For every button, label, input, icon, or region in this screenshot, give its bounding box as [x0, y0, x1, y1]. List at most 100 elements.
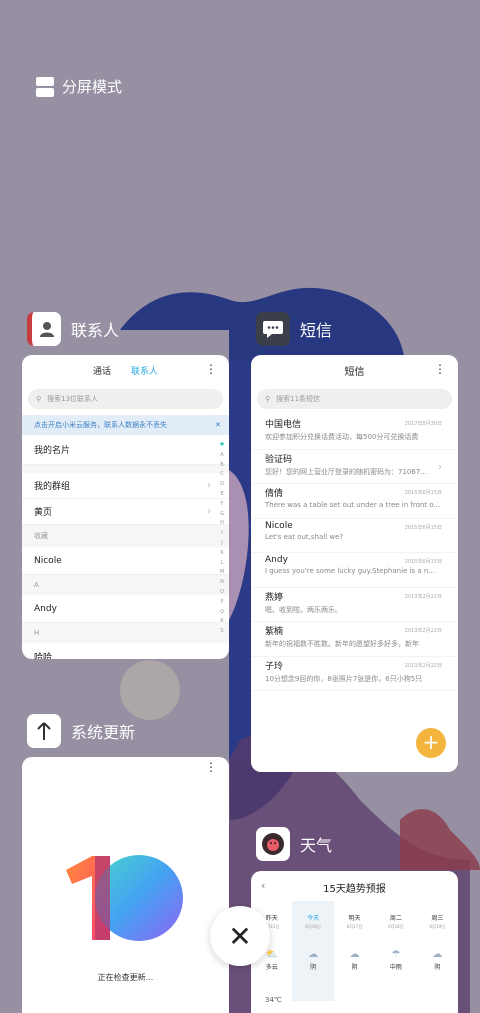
message-date: 2015年6月15日 [404, 524, 442, 531]
alphabet-index-letter[interactable]: J [221, 539, 222, 549]
app-label-messages: 短信 [256, 312, 332, 346]
list-item[interactable]: Andy [22, 595, 229, 623]
messages-header: 短信 ⋮ [251, 355, 458, 383]
message-item[interactable]: 燕婷 嗯。收到啦。两乐两乐。 2013年2月22日 [251, 588, 458, 622]
message-item[interactable]: 中国电信 欢迎参加积分兑换话费活动，每500分可兑换话费 2017年8月30日 [251, 415, 458, 450]
list-item-label: 我的群组 [34, 482, 71, 492]
alphabet-index-letter[interactable]: ♥ [220, 441, 224, 451]
alphabet-index-letter[interactable]: F [221, 500, 224, 510]
app-label-weather: 天气 [256, 827, 332, 861]
alphabet-index-letter[interactable]: P [220, 598, 223, 608]
forecast-condition: ☁ 阴 [417, 941, 458, 1001]
chevron-right-icon: › [207, 480, 211, 491]
alphabet-index-letter[interactable]: M [220, 568, 224, 578]
contacts-card[interactable]: 通话 联系人 ⋮ ⚲ 搜索13位联系人 点击开启小米云服务，联系人数据永不丢失 … [22, 355, 229, 659]
message-preview: 欢迎参加积分兑换话费活动，每500分可兑换话费 [265, 433, 419, 441]
message-preview: I guess you're some lucky guy.Stephanie … [265, 567, 435, 575]
split-screen-label: 分屏模式 [62, 78, 123, 96]
cloud-icon: ☁ [349, 949, 360, 960]
contacts-app-icon [27, 312, 61, 346]
section-header-label: 收藏 [34, 532, 48, 540]
message-item[interactable]: Andy I guess you're some lucky guy.Stepha… [251, 553, 458, 588]
alphabet-index-letter[interactable]: D [220, 480, 224, 490]
contacts-search-input[interactable]: ⚲ 搜索13位联系人 [28, 389, 223, 409]
message-date: 2015年6月15日 [404, 559, 442, 565]
forecast-day-date: 6月17日 [346, 924, 363, 929]
close-icon[interactable]: ✕ [215, 421, 221, 429]
message-sender: 验证码 [265, 454, 293, 465]
alphabet-index-letter[interactable]: O [220, 588, 224, 598]
forecast-day-date: 6月16日 [305, 924, 321, 929]
cloud-icon: ☁ [432, 949, 443, 960]
close-icon: ✕ [228, 919, 252, 953]
app-label-system-update: 系统更新 [27, 714, 135, 748]
alphabet-index-letter[interactable]: H [220, 519, 224, 529]
contacts-search-placeholder: 搜索13位联系人 [47, 395, 99, 403]
forecast-day: 明天 6月17日 [334, 901, 375, 941]
list-item-label: Nicole [34, 555, 62, 566]
message-item[interactable]: 倩倩 There was a table set out under a tree… [251, 484, 458, 519]
cloud-icon: ☁ [308, 949, 319, 960]
forecast-condition: ☁ 阴 [292, 941, 334, 1001]
alphabet-index-letter[interactable]: I [221, 529, 222, 539]
tab-contacts[interactable]: 联系人 [131, 364, 158, 383]
weather-card[interactable]: ‹ 15天趋势预报 昨天 6月15日 今天 6月16日 明天 6月17日 周二 6月18日 周三… [251, 871, 458, 1013]
forecast-day-name: 今天 [307, 915, 320, 922]
alphabet-index-letter[interactable]: Q [220, 608, 224, 618]
list-item-label: Andy [34, 603, 57, 614]
list-item[interactable]: 我的名片 [22, 435, 229, 465]
alphabet-index-letter[interactable]: R [220, 617, 223, 627]
system-update-app-name: 系统更新 [71, 723, 136, 742]
more-icon[interactable]: ⋮ [205, 761, 217, 773]
message-date: 2013年2月22日 [404, 628, 442, 634]
alphabet-index-letter[interactable]: B [220, 461, 223, 471]
forecast-day-name: 周三 [431, 915, 444, 922]
compose-button[interactable]: + [416, 728, 446, 758]
messages-app-icon [256, 312, 290, 346]
list-item[interactable]: 我的群组 › [22, 473, 229, 499]
alphabet-index-letter[interactable]: A [220, 451, 223, 461]
cloud-sync-banner[interactable]: 点击开启小米云服务，联系人数据永不丢失 ✕ [22, 415, 229, 435]
message-list: 中国电信 欢迎参加积分兑换话费活动，每500分可兑换话费 2017年8月30日 验证码… [251, 415, 458, 691]
forecast-conditions: ⛅ 多云 ☁ 阴 ☁ 阴 ☂ 中雨 ☁ 阴 [251, 941, 458, 1001]
forecast-condition-label: 阴 [310, 964, 317, 971]
split-screen-button[interactable]: 分屏模式 [36, 76, 122, 97]
list-item[interactable]: 哈哈 [22, 643, 229, 659]
list-item[interactable]: Nicole [22, 547, 229, 575]
more-icon[interactable]: ⋮ [434, 363, 446, 375]
chevron-right-icon: › [438, 461, 442, 473]
message-item[interactable]: 验证码您好！您的网上营业厅登录的随机密码为：71067... › [251, 450, 458, 484]
messages-search-placeholder: 搜索11条短信 [276, 395, 321, 403]
alphabet-index-letter[interactable]: S [220, 627, 223, 637]
forecast-day-name: 明天 [348, 915, 361, 922]
message-date: 2013年2月22日 [404, 662, 442, 669]
alphabet-index-letter[interactable]: G [220, 510, 224, 520]
forecast-day: 今天 6月16日 [292, 901, 334, 941]
messages-card[interactable]: 短信 ⋮ ⚲ 搜索11条短信 中国电信 欢迎参加积分兑换话费活动，每500分可兑换… [251, 355, 458, 772]
forecast-condition-label: 阴 [351, 964, 358, 971]
alphabet-index-letter[interactable]: C [220, 470, 224, 480]
more-icon[interactable]: ⋮ [205, 363, 217, 375]
alphabet-index-letter[interactable]: L [221, 559, 224, 569]
tab-calls[interactable]: 通话 [93, 364, 111, 383]
alphabet-index[interactable]: ♥ A B C D E F G H I J K L M N O P Q R S [218, 441, 226, 637]
weather-app-name: 天气 [300, 836, 333, 855]
message-preview: 您好！您的网上营业厅登录的随机密码为：71067... [265, 467, 427, 476]
forecast-day: 周二 6月18日 [375, 901, 416, 941]
messages-search-input[interactable]: ⚲ 搜索11条短信 [257, 389, 452, 409]
forecast-day-date: 6月18日 [388, 924, 404, 929]
alphabet-index-letter[interactable]: N [220, 578, 224, 588]
message-item[interactable]: 紫楠 新年的祝福数不胜数。新年的愿望好多好多，新年 2013年2月22日 [251, 622, 458, 657]
forecast-day-date: 6月19日 [429, 924, 446, 929]
search-icon: ⚲ [265, 395, 271, 403]
list-item[interactable]: 黄页 › [22, 499, 229, 525]
rain-icon: ☂ [391, 949, 401, 960]
message-item[interactable]: Nicole Let's eat out,shall we? 2015年6月15日 [251, 519, 458, 553]
alphabet-index-letter[interactable]: E [220, 490, 223, 500]
alphabet-index-letter[interactable]: K [220, 549, 223, 559]
weather-app-icon [256, 827, 290, 861]
message-item[interactable]: 子玲 10分想念9回的你，8张照片7张是你，6只小狗5只 2013年2月22日 [251, 657, 458, 691]
back-icon[interactable]: ‹ [261, 879, 265, 892]
system-update-card[interactable]: ⋮ 正在检查更新... [22, 757, 229, 1013]
clear-all-button[interactable]: ✕ [210, 906, 270, 966]
